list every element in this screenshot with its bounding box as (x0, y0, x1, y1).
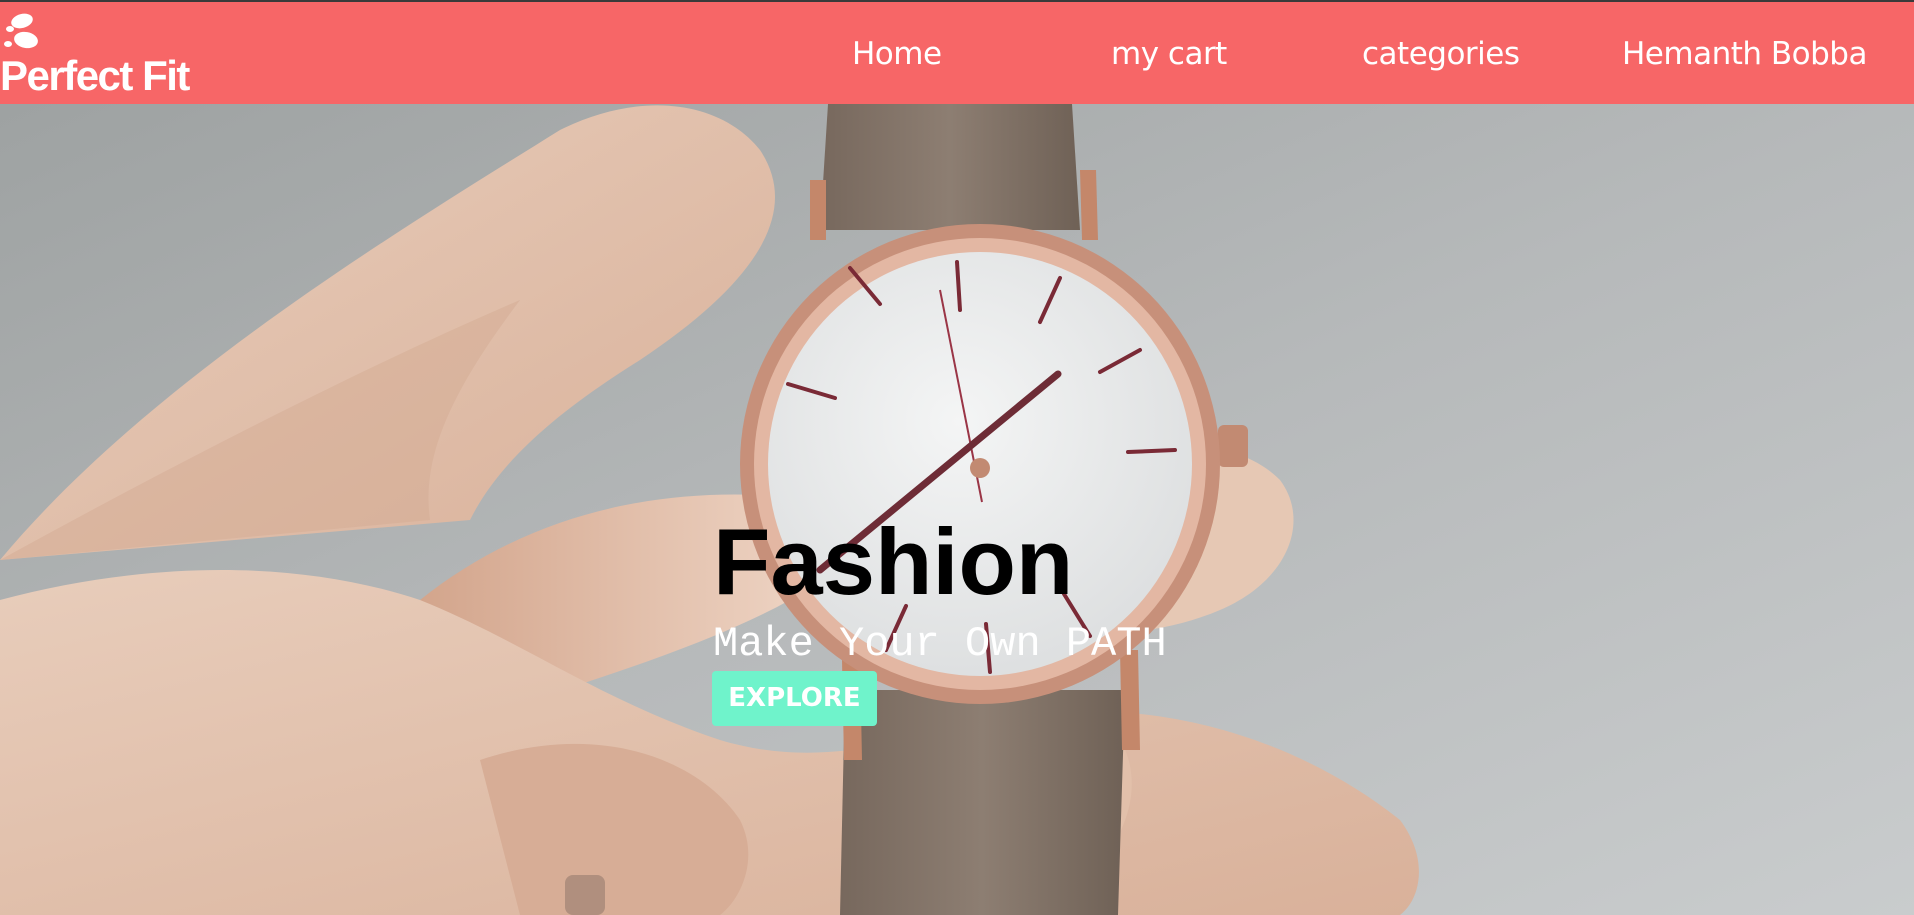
nav-link-user-profile[interactable]: Hemanth Bobba (1622, 32, 1867, 76)
nav-link-home[interactable]: Home (852, 32, 942, 76)
explore-button[interactable]: EXPLORE (712, 671, 877, 726)
navbar: Perfect Fit Home my cart categories Hema… (0, 0, 1914, 104)
brand-logo[interactable]: Perfect Fit (0, 6, 200, 102)
nav-link-my-cart[interactable]: my cart (1111, 32, 1227, 76)
hero-subtitle: Make Your Own PATH (713, 620, 1167, 668)
footprints-icon (4, 13, 38, 49)
hero-section: Fashion Make Your Own PATH EXPLORE (0, 104, 1914, 915)
brand-name: Perfect Fit (0, 52, 190, 99)
nav-link-categories[interactable]: categories (1362, 32, 1520, 76)
hero-title: Fashion (713, 509, 1074, 614)
